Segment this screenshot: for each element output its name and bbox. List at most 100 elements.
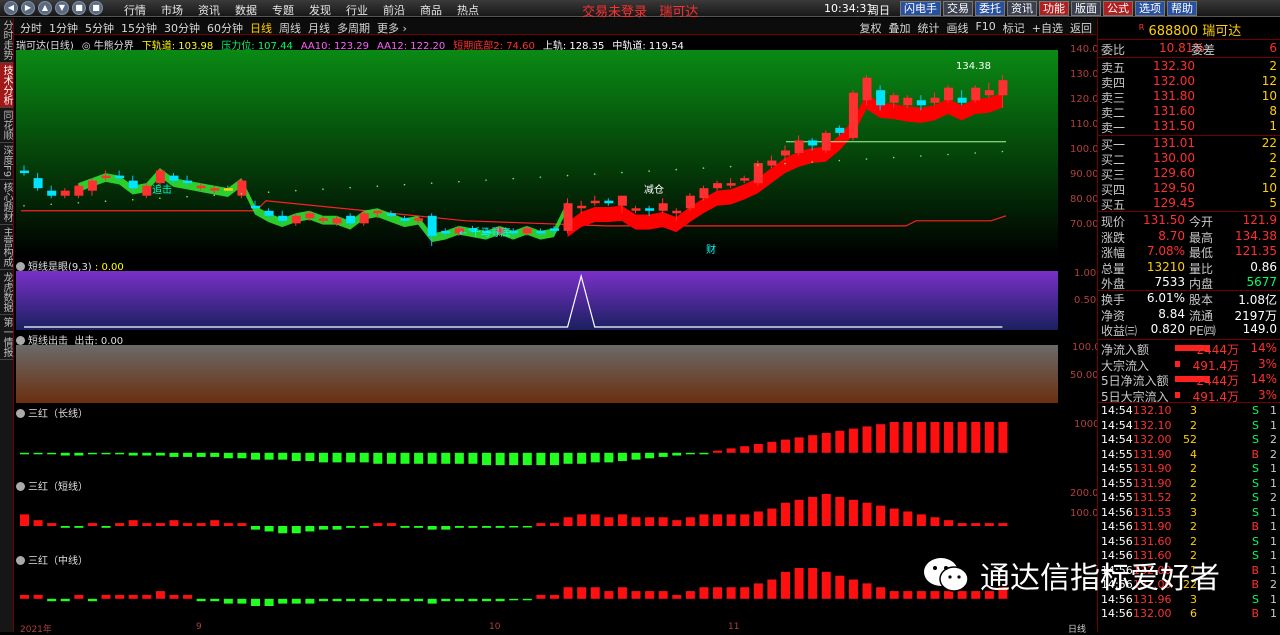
bar	[128, 520, 138, 526]
sidebar-tab-2[interactable]: 同花顺	[0, 108, 13, 143]
trend-dot	[512, 177, 515, 180]
period-tab-9[interactable]: 多周期	[337, 20, 370, 36]
top-button-2[interactable]: 委托	[975, 1, 1005, 16]
chart-tool-1[interactable]: 叠加	[888, 20, 910, 36]
bar	[835, 496, 845, 526]
bar	[278, 598, 288, 604]
price-chart[interactable]: 追击 减仓 ← 千马寻底 134.38 财	[16, 50, 1058, 256]
bar	[740, 587, 750, 599]
chart-tool-6[interactable]: +自选	[1032, 20, 1063, 36]
candle	[753, 163, 763, 184]
period-tab-5[interactable]: 60分钟	[207, 20, 243, 36]
candle	[658, 203, 668, 211]
flow-percent: 14%	[1250, 341, 1277, 355]
top-button-6[interactable]: 公式	[1103, 1, 1133, 16]
candle	[984, 90, 994, 96]
period-tab-2[interactable]: 5分钟	[85, 20, 114, 36]
top-button-4[interactable]: 功能	[1039, 1, 1069, 16]
sidebar-tab-3[interactable]: 深度F9	[0, 143, 13, 181]
bar	[645, 452, 655, 459]
top-button-0[interactable]: 闪电手	[900, 1, 941, 16]
sidebar-tab-4[interactable]: 核心题材	[0, 180, 13, 226]
sidebar-tab-1[interactable]: 技术分析	[0, 63, 13, 108]
top-button-1[interactable]: 交易	[943, 1, 973, 16]
level-price: 132.30	[1153, 59, 1195, 73]
nav-button-0[interactable]: ◀	[4, 1, 18, 15]
chart-tool-5[interactable]: 标记	[1003, 20, 1025, 36]
level-label: 买三	[1101, 168, 1126, 182]
tick-cell: B	[1251, 447, 1259, 461]
tick-cell: 14:55	[1101, 447, 1133, 461]
nav-button-5[interactable]: ■	[89, 1, 103, 15]
chart-tool-2[interactable]: 统计	[917, 20, 939, 36]
sidebar-tab-0[interactable]: 分时走势	[0, 18, 13, 63]
candle	[223, 188, 233, 191]
period-tab-4[interactable]: 30分钟	[164, 20, 200, 36]
nav-button-3[interactable]: ▼	[55, 1, 69, 15]
candle	[101, 175, 111, 179]
sidebar-tab-7[interactable]: 第一情报	[0, 315, 13, 361]
stat-value: 0.820	[1150, 322, 1185, 336]
panel3-chart[interactable]	[16, 418, 1058, 476]
bids-row-4: 买五 129.45 5	[1101, 196, 1279, 212]
stat-value: 0.86	[1250, 259, 1277, 274]
chart-tool-7[interactable]: 返回	[1070, 20, 1092, 36]
bar	[169, 594, 179, 599]
panel5-chart[interactable]	[16, 564, 1058, 622]
chart-tool-0[interactable]: 复权	[859, 20, 881, 36]
stats-row-3: 总量 13210 量比 0.86	[1101, 259, 1279, 276]
top-button-3[interactable]: 资讯	[1007, 1, 1037, 16]
candle	[549, 228, 559, 231]
tick-cell: 2	[1190, 418, 1197, 432]
quote-header: R 688800 瑞可达	[1138, 23, 1242, 39]
period-tab-1[interactable]: 1分钟	[49, 20, 78, 36]
tick-cell: 52	[1183, 433, 1197, 446]
bids-row-3: 买四 129.50 10	[1101, 181, 1279, 197]
nav-button-4[interactable]: ■	[72, 1, 86, 15]
chart-tool-4[interactable]: F10	[975, 20, 995, 36]
candle	[196, 185, 206, 189]
stat-value: 5677	[1246, 275, 1277, 289]
period-tab-8[interactable]: 月线	[308, 20, 330, 36]
trend-dot	[539, 176, 542, 178]
menu-item-3[interactable]: 数据	[235, 2, 257, 18]
period-tab-7[interactable]: 周线	[279, 20, 301, 36]
top-button-5[interactable]: 版面	[1071, 1, 1101, 16]
panel1-chart[interactable]	[16, 271, 1058, 330]
period-tab-6[interactable]: 日线	[250, 20, 272, 36]
period-tab-10[interactable]: 更多 ›	[377, 20, 407, 36]
top-button-8[interactable]: 帮助	[1167, 1, 1197, 16]
menu-item-2[interactable]: 资讯	[198, 2, 220, 18]
tick-cell: 2	[1190, 491, 1197, 504]
menu-item-9[interactable]: 热点	[457, 2, 479, 18]
flow-label: 净流入额	[1101, 343, 1150, 357]
candle	[20, 170, 29, 174]
period-tab-3[interactable]: 15分钟	[121, 20, 157, 36]
period-tab-0[interactable]: 分时	[20, 20, 42, 36]
panel4-chart[interactable]	[16, 490, 1058, 550]
top-button-7[interactable]: 选项	[1135, 1, 1165, 16]
menu-item-8[interactable]: 商品	[420, 2, 442, 18]
bar	[753, 583, 763, 599]
bar	[889, 508, 899, 526]
menu-item-7[interactable]: 前沿	[383, 2, 405, 18]
candle	[278, 215, 288, 221]
sidebar-tab-6[interactable]: 龙虎数据	[0, 270, 13, 316]
panel2-chart[interactable]	[16, 345, 1058, 403]
bar	[414, 526, 424, 528]
level-volume: 10	[1261, 181, 1277, 195]
nav-button-2[interactable]: ▲	[38, 1, 52, 15]
candle	[876, 90, 886, 106]
date-label-nov: 11	[728, 622, 740, 632]
stat-value: 2197万	[1234, 308, 1277, 323]
menu-item-5[interactable]: 发现	[309, 2, 331, 18]
menu-item-4[interactable]: 专题	[272, 2, 294, 18]
nav-button-1[interactable]: ▶	[21, 1, 35, 15]
bar	[577, 587, 587, 599]
menu-item-1[interactable]: 市场	[161, 2, 183, 18]
menu-item-6[interactable]: 行业	[346, 2, 368, 18]
chart-tool-3[interactable]: 画线	[946, 20, 968, 36]
menu-item-0[interactable]: 行情	[124, 2, 146, 18]
sidebar-tab-5[interactable]: 主营构成	[0, 225, 13, 271]
bar	[101, 526, 111, 528]
